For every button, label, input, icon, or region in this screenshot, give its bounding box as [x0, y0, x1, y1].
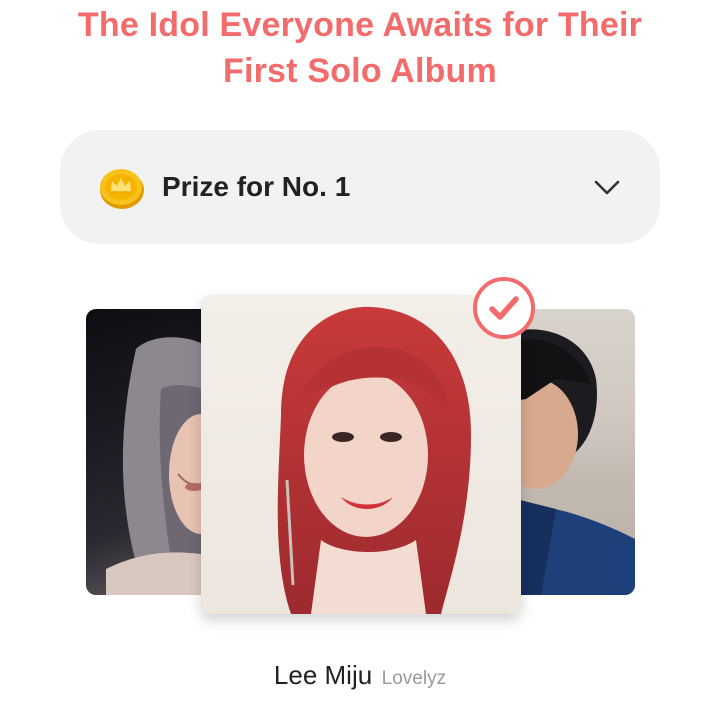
chevron-down-icon[interactable] — [592, 172, 622, 202]
prize-label: Prize for No. 1 — [162, 171, 351, 202]
idol-name: Lee Miju — [273, 660, 373, 690]
checkmark-circle-icon[interactable] — [472, 276, 536, 340]
idol-group: Lovelyz — [381, 668, 447, 689]
vote-page: The Idol Everyone Awaits for Their First… — [0, 0, 720, 720]
gold-coin-crown-icon — [100, 169, 144, 209]
prize-dropdown[interactable]: Prize for No. 1 — [60, 130, 660, 244]
idol-card-selected[interactable] — [201, 295, 521, 614]
selected-idol-caption: Lee Miju Lovelyz — [0, 655, 720, 700]
page-title: The Idol Everyone Awaits for Their First… — [77, 6, 643, 90]
idol-photo-red-hair — [277, 306, 471, 614]
